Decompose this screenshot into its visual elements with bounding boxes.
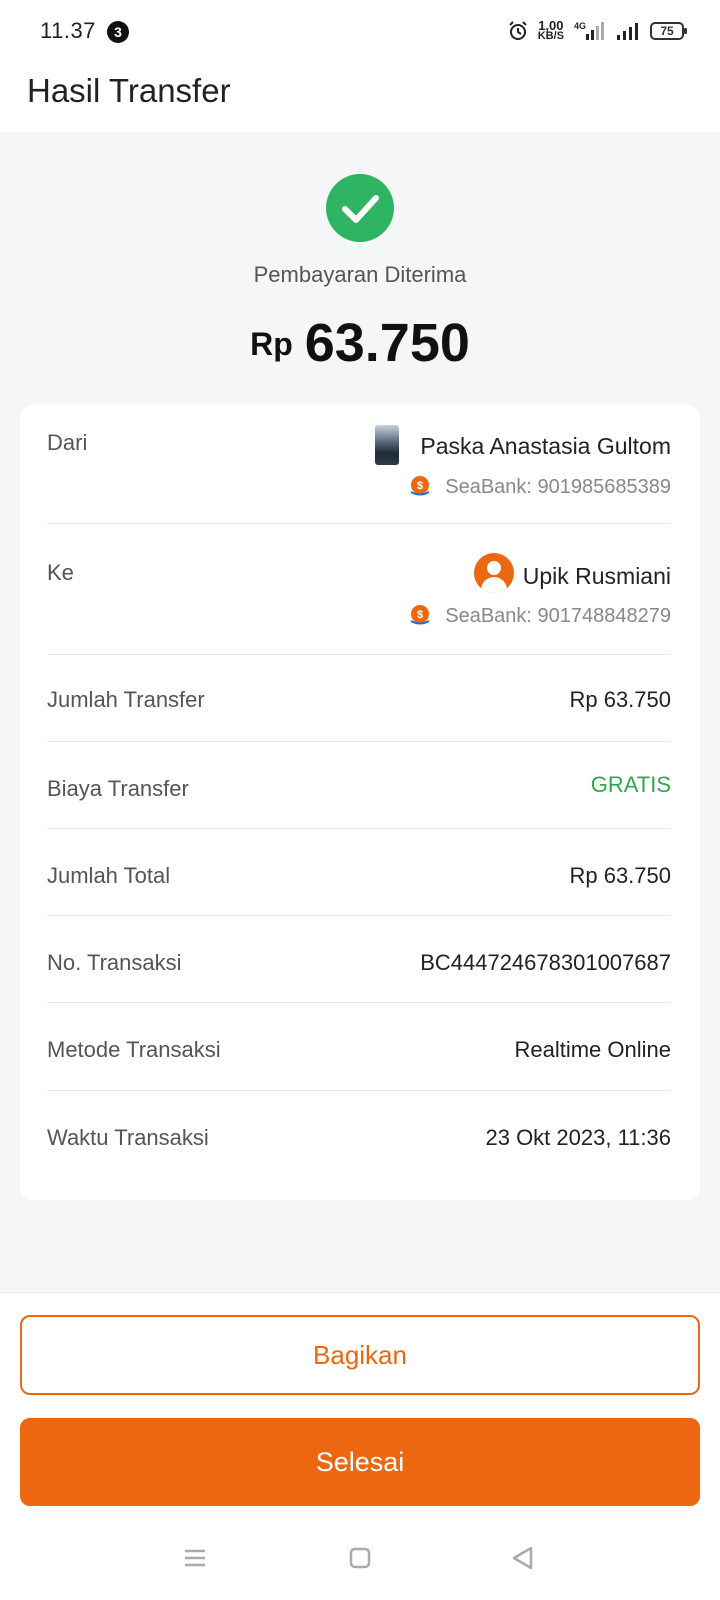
home-icon[interactable]: [345, 1543, 375, 1573]
sender-avatar: [375, 425, 399, 465]
menu-icon[interactable]: [180, 1543, 210, 1573]
detail-label: Waktu Transaksi: [47, 1125, 209, 1150]
transaction-id: BC444724678301007687: [420, 950, 671, 975]
detail-label: Jumlah Transfer: [47, 687, 205, 712]
total-amount-row: Jumlah Total Rp 63.750: [47, 829, 671, 916]
sender-bank-account: SeaBank: 901985685389: [445, 476, 671, 498]
from-row: Dari Paska Anastasia Gultom $ SeaBank: 9…: [47, 405, 671, 524]
check-circle-icon: [326, 174, 394, 242]
battery-icon: 75: [650, 22, 687, 40]
transaction-time: 23 Okt 2023, 11:36: [485, 1125, 671, 1150]
transfer-details-card: Dari Paska Anastasia Gultom $ SeaBank: 9…: [20, 405, 700, 1200]
page-title: Hasil Transfer: [27, 72, 231, 109]
notification-badge: 3: [107, 21, 129, 43]
status-bar: 11.37 3 1,00 KB/S 4G 75: [0, 0, 720, 60]
transaction-method-row: Metode Transaksi Realtime Online: [47, 1003, 671, 1091]
svg-text:$: $: [417, 480, 423, 492]
network-speed: 1,00 KB/S: [537, 18, 564, 42]
app-bar: Hasil Transfer: [0, 60, 720, 132]
transaction-id-row: No. Transaksi BC444724678301007687: [47, 916, 671, 1003]
detail-label: No. Transaksi: [47, 950, 182, 975]
sender-name: Paska Anastasia Gultom: [420, 433, 671, 459]
svg-text:$: $: [417, 609, 423, 621]
detail-label: Biaya Transfer: [47, 776, 189, 801]
back-icon[interactable]: [508, 1543, 538, 1573]
transfer-amount-row: Jumlah Transfer Rp 63.750: [47, 655, 671, 742]
recipient-name: Upik Rusmiani: [522, 563, 671, 589]
amount-value: 63.750: [304, 313, 470, 373]
status-time: 11.37: [40, 18, 96, 43]
to-row: Ke Upik Rusmiani $ SeaBank: 901748848279: [47, 524, 671, 655]
alarm-icon: [509, 21, 527, 40]
recipient-avatar-icon: [474, 553, 514, 593]
done-button[interactable]: Selesai: [20, 1418, 700, 1506]
recipient-bank-account: SeaBank: 901748848279: [445, 605, 671, 627]
detail-value: Realtime Online: [514, 1037, 671, 1062]
detail-value: Rp 63.750: [569, 863, 671, 888]
transaction-time-row: Waktu Transaksi 23 Okt 2023, 11:36: [47, 1091, 671, 1179]
fee-free-badge: GRATIS: [590, 772, 671, 797]
signal-icon: [617, 23, 638, 40]
system-nav-bar: [0, 1535, 720, 1585]
status-icons: 1,00 KB/S 4G 75: [508, 18, 687, 44]
transfer-fee-row: Biaya Transfer GRATIS: [47, 742, 671, 829]
seabank-icon: $: [410, 476, 430, 496]
signal-4g-icon: 4G: [574, 21, 604, 40]
svg-text:4G: 4G: [574, 21, 586, 31]
to-label: Ke: [47, 560, 74, 585]
seabank-icon: $: [410, 605, 430, 625]
detail-value: Rp 63.750: [569, 687, 671, 712]
detail-label: Jumlah Total: [47, 863, 171, 888]
share-button[interactable]: Bagikan: [20, 1315, 700, 1395]
from-label: Dari: [47, 430, 88, 455]
detail-label: Metode Transaksi: [47, 1037, 221, 1062]
transfer-amount: Rp 63.750: [0, 312, 720, 374]
payment-status: Pembayaran Diterima: [253, 262, 467, 287]
amount-currency: Rp: [250, 326, 293, 362]
